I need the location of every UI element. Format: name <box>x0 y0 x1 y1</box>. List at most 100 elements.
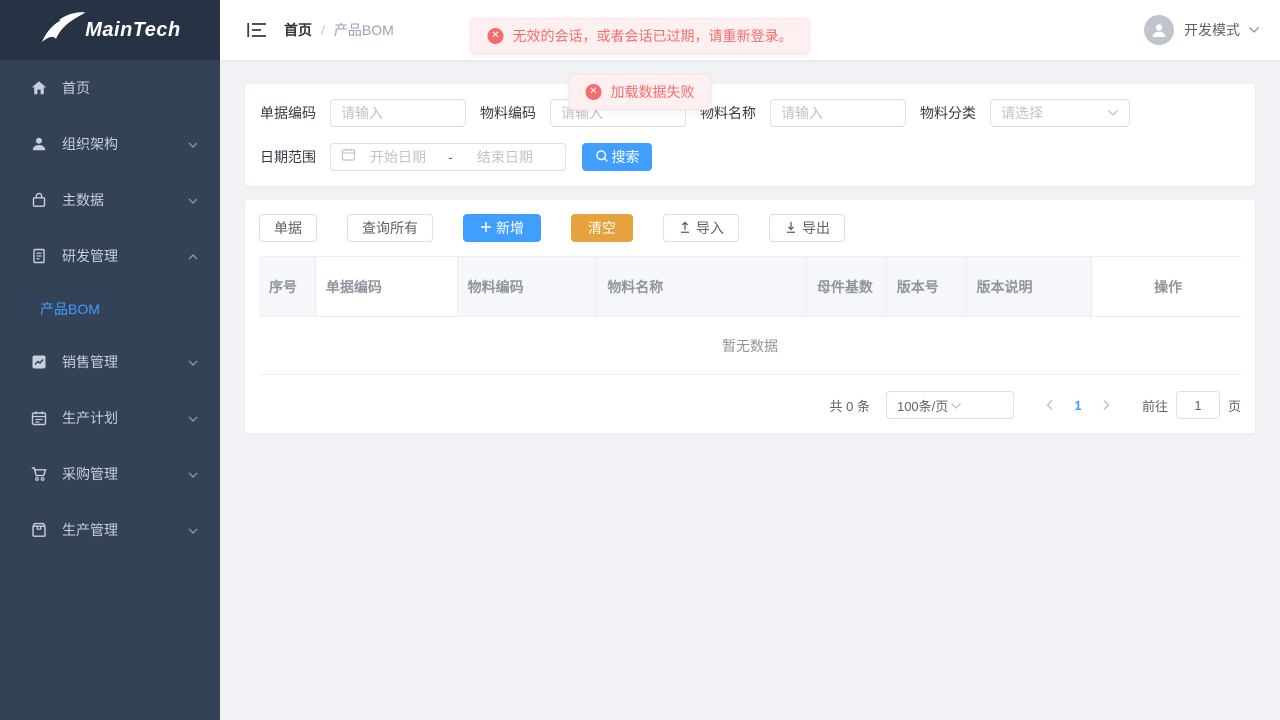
field-label: 日期范围 <box>260 147 316 167</box>
date-separator: - <box>448 149 453 165</box>
sidebar-item-label: 采购管理 <box>62 464 188 484</box>
chevron-up-icon <box>188 248 198 264</box>
sidebar-item-label: 首页 <box>62 78 198 98</box>
filter-row-2: 日期范围 开始日期 - 结束日期 搜索 <box>260 143 1240 171</box>
user-menu[interactable]: 开发模式 <box>1144 15 1260 45</box>
box-icon <box>30 521 48 539</box>
query-all-button[interactable]: 查询所有 <box>347 214 433 242</box>
pagination-total: 共 0 条 <box>830 396 870 415</box>
chart-icon <box>30 353 48 371</box>
sidebar-fold-icon[interactable] <box>246 21 268 39</box>
sidebar-item-label: 组织架构 <box>62 134 188 154</box>
user-icon <box>30 135 48 153</box>
sidebar: MainTech 首页 组织架构 <box>0 0 220 720</box>
error-circle-icon: ✕ <box>488 28 504 44</box>
search-icon <box>595 149 609 166</box>
column-header-material-name: 物料名称 <box>597 257 807 317</box>
goto-label: 前往 <box>1142 396 1168 415</box>
import-button-label: 导入 <box>696 218 724 238</box>
page-unit-label: 页 <box>1228 396 1241 415</box>
date-range-picker[interactable]: 开始日期 - 结束日期 <box>330 143 566 171</box>
export-button-label: 导出 <box>802 218 830 238</box>
field-label: 物料编码 <box>480 103 536 123</box>
doc-code-input[interactable] <box>330 99 466 127</box>
search-button-label: 搜索 <box>612 147 640 167</box>
breadcrumb-home[interactable]: 首页 <box>284 20 312 40</box>
sidebar-item-manufacturing[interactable]: 生产管理 <box>0 502 220 558</box>
upload-icon <box>678 220 692 237</box>
next-page-icon[interactable] <box>1092 391 1120 419</box>
breadcrumb: 首页 / 产品BOM <box>284 20 394 40</box>
sidebar-item-sales[interactable]: 销售管理 <box>0 334 220 390</box>
export-button[interactable]: 导出 <box>769 214 845 242</box>
sidebar-item-rnd[interactable]: 研发管理 <box>0 228 220 284</box>
chevron-down-icon <box>950 398 1003 413</box>
breadcrumb-current: 产品BOM <box>334 20 394 40</box>
cart-icon <box>30 465 48 483</box>
clear-button-label: 清空 <box>588 218 616 238</box>
search-button[interactable]: 搜索 <box>582 143 652 171</box>
home-icon <box>30 79 48 97</box>
prev-page-icon[interactable] <box>1036 391 1064 419</box>
sidebar-item-production-plan[interactable]: 生产计划 <box>0 390 220 446</box>
add-button[interactable]: 新增 <box>463 214 541 242</box>
chevron-down-icon <box>188 522 198 538</box>
error-circle-icon: ✕ <box>586 84 602 100</box>
pagination: 共 0 条 100条/页 1 前往 页 <box>259 391 1241 419</box>
search-filter-card: 单据编码 物料编码 物料名称 物料分类 请选择 <box>244 83 1256 187</box>
material-category-select[interactable]: 请选择 <box>990 99 1130 127</box>
field-label: 物料分类 <box>920 103 976 123</box>
sidebar-item-label: 生产管理 <box>62 520 188 540</box>
logo-swoosh-icon <box>39 8 91 53</box>
sidebar-item-label: 生产计划 <box>62 408 188 428</box>
chevron-down-icon <box>1107 104 1119 122</box>
material-name-field <box>770 99 906 127</box>
doc-button[interactable]: 单据 <box>259 214 317 242</box>
column-header-index: 序号 <box>259 257 316 317</box>
page-number-current[interactable]: 1 <box>1064 391 1092 419</box>
toast-message: 加载数据失败 <box>611 82 695 102</box>
page-size-select[interactable]: 100条/页 <box>886 391 1014 419</box>
avatar <box>1144 15 1174 45</box>
sidebar-item-org[interactable]: 组织架构 <box>0 116 220 172</box>
start-date-placeholder: 开始日期 <box>370 147 448 167</box>
table-card: 单据 查询所有 新增 清空 导入 <box>244 199 1256 434</box>
column-header-material-code: 物料编码 <box>458 257 598 317</box>
sidebar-item-master-data[interactable]: 主数据 <box>0 172 220 228</box>
document-icon <box>30 247 48 265</box>
query-all-button-label: 查询所有 <box>362 218 418 238</box>
bom-table: 序号 单据编码 物料编码 物料名称 母件基数 版本号 版本说明 操作 暂无数据 <box>259 256 1241 375</box>
column-header-doc-code: 单据编码 <box>316 257 458 317</box>
app-root: MainTech 首页 组织架构 <box>0 0 1280 720</box>
chevron-down-icon <box>188 192 198 208</box>
sidebar-item-label: 主数据 <box>62 190 188 210</box>
breadcrumb-separator: / <box>321 22 325 38</box>
sidebar-item-product-bom[interactable]: 产品BOM <box>0 284 220 334</box>
sidebar-item-purchasing[interactable]: 采购管理 <box>0 446 220 502</box>
bag-icon <box>30 191 48 209</box>
import-button[interactable]: 导入 <box>663 214 739 242</box>
table-header-row: 序号 单据编码 物料编码 物料名称 母件基数 版本号 版本说明 操作 <box>259 257 1241 317</box>
select-placeholder: 请选择 <box>1001 103 1107 123</box>
toolbar: 单据 查询所有 新增 清空 导入 <box>259 214 1241 242</box>
sidebar-item-label: 销售管理 <box>62 352 188 372</box>
download-icon <box>784 220 798 237</box>
goto-page-input[interactable] <box>1176 391 1220 419</box>
calendar-icon <box>341 147 356 167</box>
toast-message: 无效的会话，或者会话已过期，请重新登录。 <box>513 26 793 46</box>
clear-button[interactable]: 清空 <box>571 214 633 242</box>
sidebar-item-home[interactable]: 首页 <box>0 60 220 116</box>
calendar-icon <box>30 409 48 427</box>
sidebar-item-label: 研发管理 <box>62 246 188 266</box>
column-header-version: 版本号 <box>887 257 967 317</box>
chevron-down-icon <box>188 136 198 152</box>
toast-session-invalid: ✕ 无效的会话，或者会话已过期，请重新登录。 <box>471 18 810 54</box>
material-name-input[interactable] <box>770 99 906 127</box>
column-header-actions: 操作 <box>1092 257 1241 317</box>
sidebar-menu: 首页 组织架构 主数据 <box>0 60 220 558</box>
table-empty-state: 暂无数据 <box>259 317 1241 375</box>
chevron-down-icon <box>188 354 198 370</box>
app-logo: MainTech <box>0 0 220 60</box>
chevron-down-icon <box>188 410 198 426</box>
sidebar-subitem-label: 产品BOM <box>40 299 100 319</box>
